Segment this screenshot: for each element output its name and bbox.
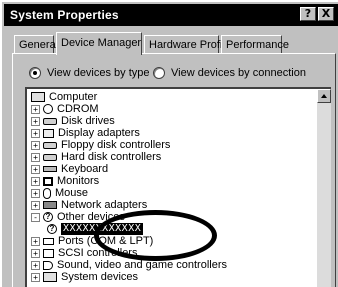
disk-drive-icon [43, 117, 57, 125]
tree-item-label: SCSI controllers [58, 247, 138, 259]
expand-icon[interactable]: + [31, 248, 40, 258]
keyboard-icon [43, 166, 57, 172]
system-properties-window: System Properties ? X General Device Man… [0, 0, 338, 287]
tab-strip: General Device Manager Hardware Profiles… [14, 32, 332, 55]
view-by-connection-label: View devices by connection [171, 67, 306, 79]
tree-item-other-devices[interactable]: - ? Other devices [31, 211, 125, 223]
tree-item-label: Hard disk controllers [61, 151, 162, 163]
tree-item-label: Sound, video and game controllers [57, 259, 227, 271]
expand-icon[interactable]: + [31, 176, 40, 186]
tree-item-label: System devices [61, 271, 139, 283]
tree-item-label: Floppy disk controllers [61, 139, 171, 151]
expand-icon[interactable]: + [31, 116, 40, 126]
tree-item-mouse[interactable]: + Mouse [31, 187, 88, 199]
floppy-controller-icon [43, 141, 57, 149]
tree-item-label: Ports (COM & LPT) [58, 235, 154, 247]
expand-icon[interactable]: + [31, 236, 40, 246]
tree-item-label: CDROM [57, 103, 99, 115]
hard-disk-controller-icon [43, 153, 57, 161]
collapse-icon[interactable]: - [31, 212, 40, 222]
tree-item-label: Network adapters [61, 199, 148, 211]
device-manager-panel: View devices by type View devices by con… [12, 53, 336, 287]
tree-item-label: Keyboard [61, 163, 109, 175]
tree-root-computer[interactable]: Computer [31, 91, 97, 103]
system-devices-icon [43, 272, 57, 282]
tree-item-system-devices[interactable]: + System devices [31, 271, 138, 283]
tree-root-label: Computer [49, 91, 98, 103]
tree-item-disk-drives[interactable]: + Disk drives [31, 115, 115, 127]
tab-general[interactable]: General [14, 35, 58, 54]
expand-icon[interactable]: + [31, 152, 40, 162]
device-tree[interactable]: Computer + CDROM + Disk drives + Display… [25, 87, 331, 287]
tree-item-keyboard[interactable]: + Keyboard [31, 163, 108, 175]
expand-icon[interactable]: + [31, 272, 40, 282]
tree-item-ports[interactable]: + Ports (COM & LPT) [31, 235, 153, 247]
tree-item-label: Display adapters [58, 127, 140, 139]
tree-item-label: Other devices [57, 211, 125, 223]
unknown-device-icon: ? [47, 224, 57, 234]
sound-controller-icon [43, 260, 53, 270]
tree-item-sound-controllers[interactable]: + Sound, video and game controllers [31, 259, 227, 271]
tree-item-monitors[interactable]: + Monitors [31, 175, 99, 187]
expand-icon[interactable]: + [31, 164, 40, 174]
vertical-scrollbar[interactable] [317, 89, 331, 287]
display-adapter-icon [43, 128, 54, 138]
help-button[interactable]: ? [300, 7, 316, 21]
expand-icon[interactable]: + [31, 188, 40, 198]
tree-item-network-adapters[interactable]: + Network adapters [31, 199, 147, 211]
ports-icon [43, 237, 54, 245]
tree-item-label-selected: XXXXXXXXXXXX [61, 223, 144, 235]
tree-item-label: Mouse [55, 187, 89, 199]
expand-icon[interactable]: + [31, 104, 40, 114]
expand-icon[interactable]: + [31, 200, 40, 210]
network-adapter-icon [43, 201, 57, 209]
scroll-up-icon[interactable] [317, 89, 331, 103]
tree-item-cdrom[interactable]: + CDROM [31, 103, 99, 115]
expand-icon[interactable]: + [31, 140, 40, 150]
monitor-icon [43, 176, 53, 186]
view-by-connection-radio[interactable] [153, 67, 165, 79]
tab-device-manager[interactable]: Device Manager [56, 32, 142, 55]
tree-item-display-adapters[interactable]: + Display adapters [31, 127, 140, 139]
close-button[interactable]: X [318, 7, 334, 21]
title-bar[interactable]: System Properties ? X [4, 4, 338, 26]
view-by-type-radio[interactable] [29, 67, 41, 79]
tree-item-floppy-controllers[interactable]: + Floppy disk controllers [31, 139, 170, 151]
other-devices-icon: ? [43, 212, 53, 222]
tab-performance[interactable]: Performance [221, 35, 289, 54]
tree-item-scsi-controllers[interactable]: + SCSI controllers [31, 247, 137, 259]
computer-icon [31, 92, 45, 102]
expand-icon[interactable]: + [31, 128, 40, 138]
tree-item-label: Monitors [57, 175, 100, 187]
tree-item-hard-disk-controllers[interactable]: + Hard disk controllers [31, 151, 161, 163]
window-title: System Properties [10, 8, 119, 22]
view-by-type-option[interactable]: View devices by type [29, 66, 150, 80]
tab-hardware-profiles[interactable]: Hardware Profiles [144, 35, 236, 54]
scsi-controller-icon [43, 248, 54, 258]
view-by-connection-option[interactable]: View devices by connection [153, 66, 306, 80]
tree-item-unknown-device[interactable]: ? XXXXXXXXXXXX [47, 223, 144, 235]
cdrom-icon [43, 104, 53, 114]
mouse-icon [43, 187, 51, 199]
tree-item-label: Disk drives [61, 115, 115, 127]
expand-icon[interactable]: + [31, 260, 40, 270]
view-by-type-label: View devices by type [47, 67, 150, 79]
